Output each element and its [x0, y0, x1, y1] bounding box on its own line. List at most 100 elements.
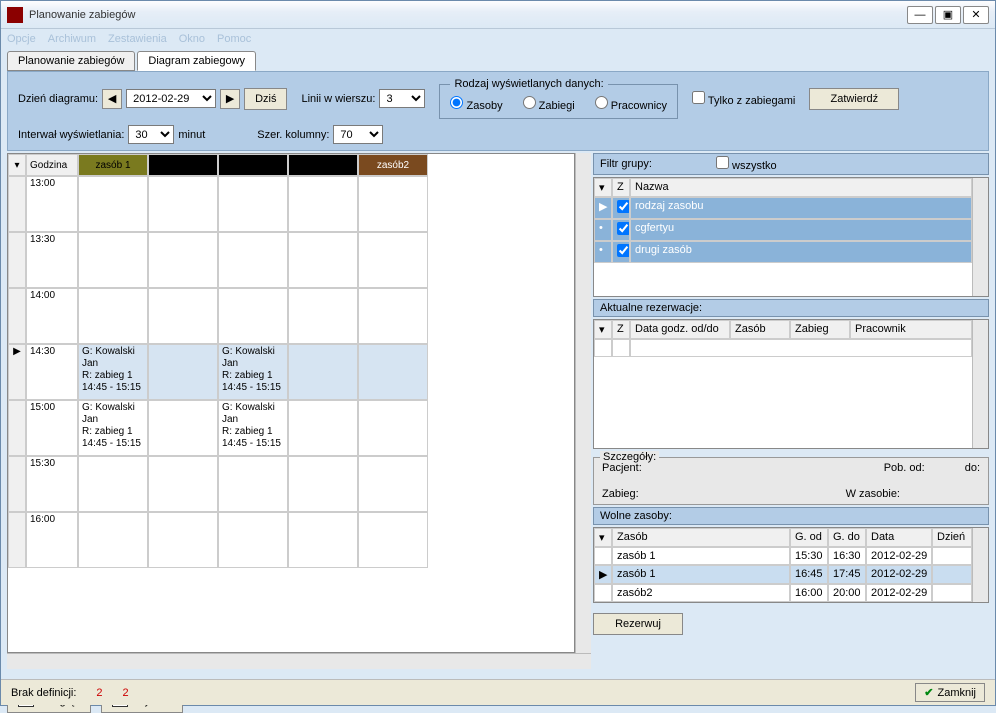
schedule-cell[interactable]	[148, 176, 218, 232]
free-vscroll[interactable]	[972, 528, 988, 602]
schedule-cell[interactable]	[288, 512, 358, 568]
appointment-cell[interactable]: G: Kowalski Jan R: zabieg 1 14:45 - 15:1…	[218, 344, 288, 400]
reservations-grid[interactable]: ▾ Z Data godz. od/do Zasób Zabieg Pracow…	[593, 319, 989, 449]
menu-item[interactable]: Archiwum	[48, 33, 96, 45]
schedule-cell[interactable]	[288, 232, 358, 288]
schedule-cell[interactable]	[78, 232, 148, 288]
menu-item[interactable]: Zestawienia	[108, 33, 167, 45]
schedule-cell[interactable]	[148, 344, 218, 400]
interval-select[interactable]: 30	[128, 125, 174, 144]
appointment-cell[interactable]: G: Kowalski Jan R: zabieg 1 14:45 - 15:1…	[78, 344, 148, 400]
filter-row[interactable]: • cgfertyu	[594, 219, 972, 241]
filter-name-col[interactable]: Nazwa	[630, 178, 972, 197]
close-button[interactable]: ✔ Zamknij	[915, 683, 985, 702]
schedule-cell[interactable]	[218, 232, 288, 288]
hour-cell: 13:00	[26, 176, 78, 232]
minimize-button[interactable]: —	[907, 6, 933, 24]
free-grid[interactable]: ▾ Zasób G. od G. do Data Dzień zasób 1 1…	[593, 527, 989, 603]
reservations-vscroll[interactable]	[972, 320, 988, 448]
schedule-cell[interactable]	[218, 456, 288, 512]
menu-item[interactable]: Okno	[179, 33, 205, 45]
res-staff-col[interactable]: Pracownik	[850, 320, 972, 339]
all-checkbox[interactable]: wszystko	[716, 156, 777, 172]
free-row[interactable]: ▶ zasób 1 16:45 17:45 2012-02-29	[594, 565, 972, 584]
free-indicator-col[interactable]: ▾	[594, 528, 612, 547]
tab-planning[interactable]: Planowanie zabiegów	[7, 51, 135, 71]
schedule-cell[interactable]	[148, 232, 218, 288]
schedule-cell[interactable]	[358, 176, 428, 232]
free-resource-col[interactable]: Zasób	[612, 528, 790, 547]
schedule-cell[interactable]	[358, 288, 428, 344]
schedule-cell[interactable]	[148, 456, 218, 512]
close-window-button[interactable]: ✕	[963, 6, 989, 24]
free-to-col[interactable]: G. do	[828, 528, 866, 547]
appointment-cell[interactable]: G: Kowalski Jan R: zabieg 1 14:45 - 15:1…	[218, 400, 288, 456]
schedule-cell[interactable]	[78, 176, 148, 232]
filter-row[interactable]: • drugi zasób	[594, 241, 972, 263]
filter-indicator-col[interactable]: ▾	[594, 178, 612, 197]
lines-select[interactable]: 3	[379, 89, 425, 108]
schedule-cell[interactable]	[358, 456, 428, 512]
schedule-cell[interactable]	[288, 288, 358, 344]
filter-grid[interactable]: ▾ Z Nazwa ▶ rodzaj zasobu • cgfertyu •	[593, 177, 989, 297]
res-treatment-col[interactable]: Zabieg	[790, 320, 850, 339]
res-indicator-col[interactable]: ▾	[594, 320, 612, 339]
schedule-cell[interactable]	[288, 456, 358, 512]
schedule-vscroll[interactable]	[575, 153, 591, 653]
schedule-cell[interactable]	[78, 456, 148, 512]
resource-header[interactable]	[148, 154, 218, 176]
schedule-grid[interactable]: ▾ Godzina zasób 1 zasób2 13:00	[7, 153, 575, 653]
reserve-button[interactable]: Rezerwuj	[593, 613, 683, 635]
appointment-cell[interactable]: G: Kowalski Jan R: zabieg 1 14:45 - 15:1…	[78, 400, 148, 456]
radio-treatments[interactable]: Zabiegi	[523, 96, 575, 112]
schedule-cell[interactable]	[288, 344, 358, 400]
radio-resources[interactable]: Zasoby	[450, 96, 502, 112]
schedule-cell[interactable]	[148, 512, 218, 568]
resource-header[interactable]: zasób 1	[78, 154, 148, 176]
date-select[interactable]: 2012-02-29	[126, 89, 216, 108]
menu-item[interactable]: Opcje	[7, 33, 36, 45]
schedule-cell[interactable]	[358, 512, 428, 568]
prev-day-button[interactable]: ◀	[102, 89, 122, 109]
next-day-button[interactable]: ▶	[220, 89, 240, 109]
schedule-hscroll[interactable]	[7, 653, 591, 669]
radio-staff[interactable]: Pracownicy	[595, 96, 667, 112]
reservations-header: Aktualne rezerwacje:	[593, 299, 989, 317]
res-z-col[interactable]: Z	[612, 320, 630, 339]
menu-item[interactable]: Pomoc	[217, 33, 251, 45]
filter-z-col[interactable]: Z	[612, 178, 630, 197]
free-from-col[interactable]: G. od	[790, 528, 828, 547]
maximize-button[interactable]: ▣	[935, 6, 961, 24]
resource-header[interactable]	[288, 154, 358, 176]
schedule-cell[interactable]	[78, 512, 148, 568]
res-dt-col[interactable]: Data godz. od/do	[630, 320, 730, 339]
schedule-cell[interactable]	[148, 400, 218, 456]
schedule-cell[interactable]	[358, 232, 428, 288]
colw-select[interactable]: 70	[333, 125, 383, 144]
details-inresource-label: W zasobie:	[846, 488, 900, 500]
confirm-button[interactable]: Zatwierdź	[809, 88, 899, 110]
today-button[interactable]: Dziś	[244, 88, 287, 110]
resource-header[interactable]	[218, 154, 288, 176]
free-date-col[interactable]: Data	[866, 528, 932, 547]
filter-vscroll[interactable]	[972, 178, 988, 296]
only-with-checkbox[interactable]: Tylko z zabiegami	[692, 91, 795, 107]
filter-row[interactable]: ▶ rodzaj zasobu	[594, 197, 972, 219]
res-resource-col[interactable]: Zasób	[730, 320, 790, 339]
free-row[interactable]: zasób2 16:00 20:00 2012-02-29	[594, 584, 972, 602]
free-row[interactable]: zasób 1 15:30 16:30 2012-02-29	[594, 547, 972, 565]
schedule-cell[interactable]	[358, 400, 428, 456]
schedule-cell[interactable]	[78, 288, 148, 344]
schedule-cell[interactable]	[218, 176, 288, 232]
tab-diagram[interactable]: Diagram zabiegowy	[137, 51, 256, 71]
hour-cell: 16:00	[26, 512, 78, 568]
free-day-col[interactable]: Dzień	[932, 528, 972, 547]
schedule-cell[interactable]	[288, 400, 358, 456]
schedule-cell[interactable]	[218, 288, 288, 344]
schedule-cell[interactable]	[218, 512, 288, 568]
schedule-cell[interactable]	[148, 288, 218, 344]
resource-header[interactable]: zasób2	[358, 154, 428, 176]
grid-corner[interactable]: ▾	[8, 154, 26, 176]
schedule-cell[interactable]	[288, 176, 358, 232]
schedule-cell[interactable]	[358, 344, 428, 400]
